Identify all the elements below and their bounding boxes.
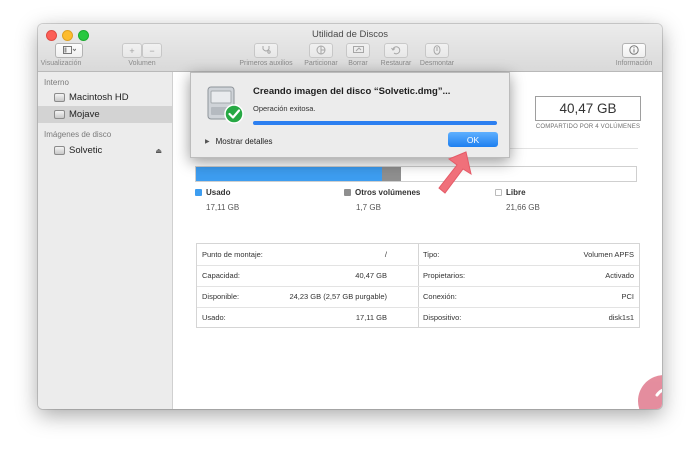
unmount-icon: [433, 44, 441, 57]
first-aid-button[interactable]: [254, 43, 278, 58]
mount-point-value: /: [384, 250, 387, 259]
window-title: Utilidad de Discos: [311, 29, 389, 40]
hard-disk-icon: [54, 93, 65, 102]
sidebar-item-macintosh-hd[interactable]: Macintosh HD: [38, 89, 172, 106]
legend-free-label: Libre: [506, 188, 526, 197]
hard-disk-icon: [54, 110, 65, 119]
disk-image-icon: [54, 146, 65, 155]
restore-button[interactable]: [384, 43, 408, 58]
first-aid-label: Primeros auxilios: [239, 60, 293, 67]
drive-success-icon: [205, 83, 245, 130]
restore-label: Restaurar: [380, 60, 412, 67]
partition-label: Particionar: [304, 60, 338, 67]
table-row: Usado: 17,11 GB Dispositivo: disk1s1: [197, 307, 639, 328]
add-volume-button[interactable]: +: [122, 43, 142, 58]
info-label: Información: [615, 60, 653, 67]
usage-bar: [195, 166, 637, 182]
eject-icon[interactable]: ⏏: [155, 147, 162, 155]
show-details-label: Mostrar detalles: [215, 137, 273, 146]
capacity-display: 40,47 GB: [535, 96, 641, 121]
owners-key: Propietarios:: [423, 271, 466, 280]
used-key: Usado:: [202, 313, 226, 322]
capacity-key: Capacidad:: [202, 271, 240, 280]
progress-fill: [253, 121, 497, 125]
partition-pie-icon: [316, 45, 326, 57]
table-row: Punto de montaje: / Tipo: Volumen APFS: [197, 244, 639, 266]
internal-section-header: Interno: [44, 78, 69, 87]
legend-other: Otros volúmenes: [344, 188, 420, 197]
device-key: Dispositivo:: [423, 313, 462, 322]
erase-disk-icon: [352, 45, 364, 56]
volume-label: Volumen: [128, 60, 156, 67]
disk-images-section-header: Imágenes de disco: [44, 130, 112, 139]
legend-free: Libre: [495, 188, 526, 197]
plus-icon: +: [129, 45, 135, 56]
title-toolbar: Utilidad de Discos Visualización + − Vol…: [38, 24, 662, 72]
sidebar-item-solvetic[interactable]: Solvetic ⏏: [38, 142, 172, 159]
legend-other-value: 1,7 GB: [356, 203, 381, 212]
show-details-toggle[interactable]: ▶ Mostrar detalles: [205, 137, 273, 146]
sidebar-item-mojave[interactable]: Mojave: [38, 106, 172, 123]
available-key: Disponible:: [202, 292, 240, 301]
type-value: Volumen APFS: [583, 250, 634, 259]
sidebar-item-label: Solvetic: [69, 145, 103, 156]
progress-bar: [253, 121, 497, 125]
solvetic-logo: [638, 375, 662, 409]
erase-button[interactable]: [346, 43, 370, 58]
unmount-label: Desmontar: [419, 60, 455, 67]
sidebar-item-label: Macintosh HD: [69, 92, 129, 103]
legend-used-label: Usado: [206, 188, 231, 197]
used-value: 17,11 GB: [355, 313, 387, 322]
pointer-arrow-icon: [436, 150, 474, 200]
ok-button[interactable]: OK: [448, 132, 498, 147]
disclosure-triangle-icon: ▶: [205, 139, 210, 145]
stethoscope-icon: [261, 45, 271, 56]
legend-used: Usado: [195, 188, 230, 197]
view-label: Visualización: [40, 60, 82, 67]
restore-arrow-icon: [391, 45, 401, 57]
legend-free-value: 21,66 GB: [506, 203, 540, 212]
connection-key: Conexión:: [423, 292, 457, 301]
usage-bar-used-segment: [196, 167, 383, 181]
legend-other-label: Otros volúmenes: [355, 188, 421, 197]
view-button[interactable]: [55, 43, 83, 58]
sidebar-item-label: Mojave: [69, 109, 100, 120]
legend-used-value: 17,11 GB: [206, 203, 240, 212]
unmount-button[interactable]: [425, 43, 449, 58]
volume-info-table: Punto de montaje: / Tipo: Volumen APFS C…: [196, 243, 640, 328]
erase-label: Borrar: [348, 60, 368, 67]
dialog-title: Creando imagen del disco “Solvetic.dmg”.…: [253, 86, 451, 97]
dialog-status: Operación exitosa.: [253, 104, 316, 113]
mount-point-key: Punto de montaje:: [202, 250, 263, 259]
capacity-caption: COMPARTIDO POR 4 VOLÚMENES: [535, 124, 641, 130]
table-row: Disponible: 24,23 GB (2,57 GB purgable) …: [197, 286, 639, 308]
usage-bar-other-segment: [382, 167, 401, 181]
available-value: 24,23 GB (2,57 GB purgable): [289, 292, 387, 301]
info-icon: [629, 44, 639, 57]
type-key: Tipo:: [423, 250, 440, 259]
capacity-value: 40,47 GB: [355, 271, 387, 280]
sidebar: Interno Macintosh HD Mojave Imágenes de …: [38, 72, 173, 409]
owners-value: Activado: [605, 271, 634, 280]
used-color-swatch: [195, 189, 202, 196]
sidebar-view-icon: [62, 45, 76, 56]
create-image-dialog: Creando imagen del disco “Solvetic.dmg”.…: [190, 72, 510, 158]
connection-value: PCI: [621, 292, 634, 301]
minus-icon: −: [149, 45, 155, 56]
info-button[interactable]: [622, 43, 646, 58]
device-value: disk1s1: [608, 313, 634, 322]
other-color-swatch: [344, 189, 351, 196]
table-row: Capacidad: 40,47 GB Propietarios: Activa…: [197, 265, 639, 287]
remove-volume-button[interactable]: −: [142, 43, 162, 58]
partition-button[interactable]: [309, 43, 333, 58]
free-color-swatch: [495, 189, 502, 196]
